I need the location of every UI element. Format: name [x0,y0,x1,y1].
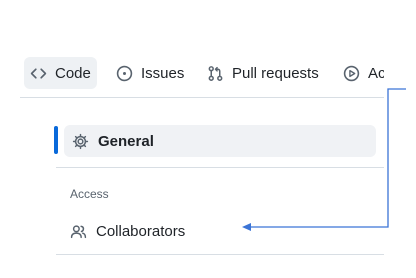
sidebar-item-general-label: General [98,132,154,150]
sidebar-divider [56,167,384,168]
sidebar-bottom-divider [56,254,384,255]
gear-icon [72,133,89,150]
sidebar-item-collaborators[interactable]: Collaborators [70,218,185,244]
repo-tab-bar: Code Issues Pull requests Ac [20,36,384,98]
tab-actions[interactable]: Ac [337,57,384,89]
active-item-indicator [54,126,58,154]
play-icon [343,65,360,82]
git-pull-request-icon [207,65,224,82]
tab-issues-label: Issues [141,64,185,82]
tab-code[interactable]: Code [24,57,97,89]
tab-pull-requests[interactable]: Pull requests [201,57,325,89]
sidebar-item-general[interactable]: General [64,125,376,157]
access-section-heading: Access [70,187,109,201]
issue-opened-icon [116,65,133,82]
tab-pull-requests-label: Pull requests [232,64,319,82]
tab-issues[interactable]: Issues [110,57,190,89]
people-icon [70,223,87,240]
sidebar-item-collaborators-label: Collaborators [96,222,186,240]
code-icon [30,65,47,82]
tab-actions-label: Ac [368,64,384,82]
tab-code-label: Code [55,64,91,82]
repo-settings-panel: Code Issues Pull requests Ac General Acc… [20,36,384,266]
